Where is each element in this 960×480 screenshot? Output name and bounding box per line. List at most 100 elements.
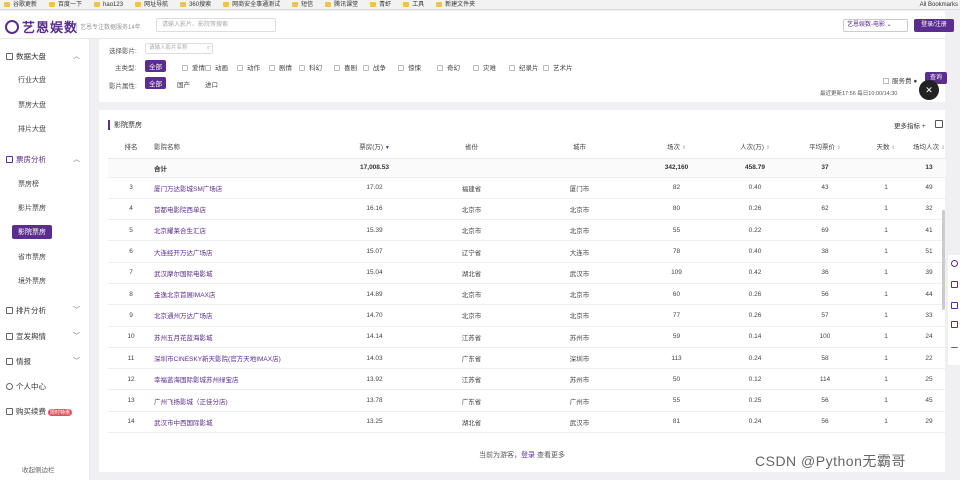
back-to-top-icon[interactable] <box>951 347 958 354</box>
genre-chip[interactable]: 全部 <box>145 60 166 72</box>
checkbox-icon <box>299 65 305 71</box>
login-button[interactable]: 登录/注册 <box>914 19 954 32</box>
genre-chip[interactable]: 艺术片 <box>543 62 573 72</box>
table-cell: 北京市 <box>417 198 526 221</box>
attr-chip[interactable]: 进口 <box>205 79 218 89</box>
table-row: 5 北京耀莱合生汇店 15.39 北京市 北京市 55 0.22 69 1 41 <box>108 219 946 242</box>
table-header-cell[interactable]: 排名 <box>108 135 154 159</box>
cinema-name-link[interactable]: 金逸北京首展IMAX店 <box>154 283 332 306</box>
genre-chip[interactable]: 爱情 <box>182 62 205 72</box>
right-toolbar <box>947 255 960 365</box>
cinema-name-link[interactable]: 深圳市CINESKY新天影院(官方天地IMAX店) <box>154 347 332 370</box>
table-cell: 51 <box>912 240 946 263</box>
global-search-input[interactable]: 请输入影片、影院等搜索 <box>156 18 276 32</box>
column-label: 场次 <box>666 144 680 152</box>
attr-chip[interactable]: 全部 <box>145 77 166 89</box>
sidebar-item-boxoffice-board[interactable]: 票房大盘 <box>18 100 46 110</box>
table-header-cell[interactable]: 票房(万) ▼ <box>332 135 417 159</box>
cinema-name-link[interactable]: 广州飞扬影城（正佳分店) <box>154 389 332 412</box>
sort-desc-icon: ▼ <box>384 145 390 152</box>
genre-label: 纪录片 <box>519 65 539 72</box>
brand-select[interactable]: 艺恩娱数-电影 ⌄ <box>843 19 908 32</box>
sidebar-item-overseas-boxoffice[interactable]: 境外票房 <box>18 276 46 286</box>
genre-chip[interactable]: 纪录片 <box>509 62 539 72</box>
bookmark-item[interactable]: 谷歌更新 <box>4 0 37 9</box>
table-header-cell[interactable]: 省份 <box>417 135 526 159</box>
bookmark-item[interactable]: 网商安全事通测试 <box>223 0 280 9</box>
table-header-cell[interactable]: 平均票价 ⇕ <box>790 135 860 159</box>
genre-chip[interactable]: 惊悚 <box>398 62 421 72</box>
column-label: 省份 <box>465 144 478 152</box>
genre-chip[interactable]: 动作 <box>237 62 260 72</box>
genre-chip[interactable]: 喜剧 <box>334 62 357 72</box>
bookmark-item[interactable]: hao123 <box>94 0 123 9</box>
table-cell: 17,008.53 <box>332 158 417 178</box>
film-search-input[interactable]: 请输入影片名称 ⌕ <box>145 43 213 54</box>
collapse-sidebar-button[interactable]: 收起侧边栏 <box>22 464 55 474</box>
cinema-name-link[interactable]: 幸福蓝海国际影城苏州绿宝店 <box>154 368 332 391</box>
sidebar-section-data-dashboard[interactable]: 数据大盘 ︿ <box>6 51 86 62</box>
table-row: 13 广州飞扬影城（正佳分店) 13.78 广东省 广州市 55 0.25 56 1 45 <box>108 389 946 412</box>
sidebar-section-purchase[interactable]: 购买续费 限时特惠 <box>6 406 86 417</box>
table-header-cell[interactable]: 场均人次 ⇕ <box>912 135 946 159</box>
headset-icon[interactable] <box>951 260 958 267</box>
table-header-cell[interactable]: 场次 ⇕ <box>633 135 720 159</box>
phone-icon[interactable] <box>951 281 958 288</box>
bookmark-item[interactable]: 工具 <box>403 0 424 9</box>
cinema-name-link[interactable]: 北京通州万达广场店 <box>154 304 332 327</box>
bookmark-item[interactable]: 新建文件夹 <box>436 0 475 9</box>
sidebar-item-film-boxoffice[interactable]: 影片票房 <box>18 203 46 213</box>
form-icon[interactable] <box>951 302 958 309</box>
sidebar-item-ranking[interactable]: 票房榜 <box>18 179 39 189</box>
genre-chip[interactable]: 战争 <box>363 62 386 72</box>
cinema-name-link[interactable]: 首都电影院西单店 <box>154 198 332 221</box>
genre-chip[interactable]: 灾难 <box>473 62 496 72</box>
genre-chip[interactable]: 动画 <box>205 62 228 72</box>
table-cell: 北京市 <box>526 283 633 306</box>
table-header-cell[interactable]: 人次(万) ⇕ <box>720 135 790 159</box>
bookmark-item[interactable]: 网址导航 <box>135 0 168 9</box>
sidebar-section-schedule-analysis[interactable]: 排片分析 ﹀ <box>6 305 86 316</box>
bookmark-item[interactable]: 百度一下 <box>49 0 82 9</box>
cinema-name-link[interactable]: 苏州五月花蓝海影城 <box>154 326 332 348</box>
sidebar-section-publicity[interactable]: 宣发舆情 ﹀ <box>6 331 86 342</box>
table-cell: 苏州市 <box>526 368 633 391</box>
sidebar-section-intel[interactable]: 情报 ﹀ <box>6 356 86 367</box>
bookmark-item[interactable]: 短信 <box>292 0 313 9</box>
table-header-cell[interactable]: 天数 ⇕ <box>860 135 912 159</box>
cinema-name-link[interactable]: 北京耀莱合生汇店 <box>154 219 332 242</box>
table-header-cell[interactable]: 影院名称 <box>154 135 332 159</box>
cinema-name-link[interactable]: 厦门万达影城SM广场店 <box>154 177 332 199</box>
site-logo[interactable]: 艺恩娱数 <box>5 17 78 36</box>
table-header-cell[interactable]: 城市 <box>526 135 633 159</box>
all-bookmarks-link[interactable]: All Bookmarks <box>920 0 958 10</box>
sidebar-item-cinema-boxoffice[interactable]: 影院票房 <box>12 225 52 239</box>
sidebar-section-user-center[interactable]: 个人中心 <box>6 381 86 392</box>
genre-chip[interactable]: 科幻 <box>299 62 322 72</box>
sidebar-section-boxoffice-analysis[interactable]: 票房分析 ︿ <box>6 154 86 165</box>
bookmark-item[interactable]: 腾讯课堂 <box>325 0 358 9</box>
cinema-name-link[interactable]: 武汉摩尔国际电影城 <box>154 262 332 284</box>
sidebar-item-province-boxoffice[interactable]: 省市票房 <box>18 252 46 262</box>
table-cell: 1 <box>860 240 912 263</box>
cinema-name-link[interactable]: 武汉市中西国际影城 <box>154 411 332 434</box>
bookmark-item[interactable]: 360搜索 <box>180 0 211 9</box>
table-cell: 29 <box>912 411 946 434</box>
login-link[interactable]: 登录 <box>521 452 535 459</box>
genre-chip[interactable]: 剧情 <box>269 62 292 72</box>
sidebar-item-industry[interactable]: 行业大盘 <box>18 75 46 85</box>
assistant-icon[interactable]: ✕ <box>919 80 939 100</box>
table-scrollbar[interactable] <box>942 210 945 310</box>
attr-chip[interactable]: 国产 <box>177 79 190 89</box>
qrcode-icon[interactable] <box>951 321 958 328</box>
table-cell: 62 <box>790 198 860 221</box>
genre-label: 奇幻 <box>447 65 460 72</box>
export-icon[interactable] <box>935 120 943 128</box>
attr-filter-label: 影片属性: <box>109 83 137 90</box>
service-fee-checkbox[interactable]: 服务费 ● <box>883 75 917 85</box>
sidebar-item-schedule-board[interactable]: 排片大盘 <box>18 124 46 134</box>
bookmark-item[interactable]: 青虾 <box>370 0 391 9</box>
more-metrics-button[interactable]: 更多指标 + <box>894 120 926 130</box>
genre-chip[interactable]: 奇幻 <box>437 62 460 72</box>
cinema-name-link[interactable]: 大连经开万达广场店 <box>154 240 332 263</box>
